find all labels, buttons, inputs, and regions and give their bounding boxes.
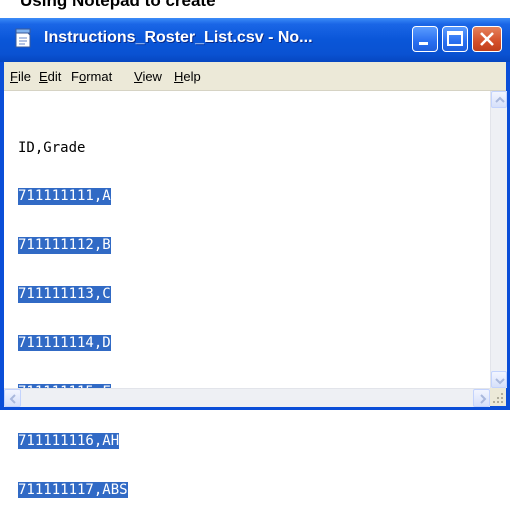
menu-file-mnemonic: F — [10, 69, 18, 84]
menu-edit-mnemonic: E — [39, 69, 48, 84]
notepad-icon — [15, 28, 31, 48]
resize-grip-icon — [493, 393, 503, 403]
notepad-window: Instructions_Roster_List.csv - No... Fil… — [0, 18, 510, 499]
scroll-down-button[interactable] — [491, 371, 507, 388]
maximize-button[interactable] — [442, 26, 468, 52]
chevron-up-icon — [495, 96, 505, 103]
selected-text-line: 711111117,ABS — [18, 481, 128, 499]
maximize-icon — [447, 31, 463, 46]
menu-help-mnemonic: H — [174, 69, 184, 84]
close-icon — [480, 32, 494, 46]
menu-view[interactable]: View — [134, 69, 162, 84]
window-title: Instructions_Roster_List.csv - No... — [44, 29, 313, 46]
minimize-icon — [419, 42, 428, 45]
menu-format-label-b: rmat — [86, 69, 113, 84]
text-editor[interactable]: ID,Grade 711111111,A 711111112,B 7111111… — [4, 91, 507, 499]
scroll-up-button[interactable] — [491, 91, 507, 108]
scroll-right-button[interactable] — [473, 389, 490, 407]
chevron-right-icon — [480, 394, 487, 404]
chevron-down-icon — [495, 378, 505, 385]
caption-text: Using Notepad to create — [20, 0, 216, 10]
selected-text-line: 711111114,D — [18, 335, 111, 352]
selected-text-line: 711111113,C — [18, 286, 111, 303]
selected-text-line: 711111112,B — [18, 237, 111, 254]
menu-file[interactable]: File — [10, 69, 31, 84]
minimize-button[interactable] — [412, 26, 438, 52]
close-button[interactable] — [472, 26, 502, 52]
resize-grip[interactable] — [490, 388, 506, 406]
menu-format-label-a: F — [71, 69, 79, 84]
menu-edit-label: dit — [47, 69, 62, 84]
menu-help[interactable]: Help — [174, 69, 201, 84]
horizontal-scrollbar[interactable] — [4, 388, 490, 407]
title-bar[interactable]: Instructions_Roster_List.csv - No... — [0, 18, 510, 62]
scroll-left-button[interactable] — [4, 389, 21, 407]
selected-text-line: 711111111,A — [18, 188, 111, 205]
text-content[interactable]: ID,Grade 711111111,A 711111112,B 7111111… — [18, 107, 484, 499]
chevron-left-icon — [9, 394, 16, 404]
page-caption: Using Notepad to create — [0, 0, 510, 18]
vertical-scrollbar[interactable] — [490, 91, 507, 388]
selected-text-line: 711111116,AH — [18, 432, 120, 450]
menu-edit[interactable]: Edit — [39, 69, 61, 84]
menu-format[interactable]: Format — [71, 69, 112, 84]
text-line-header: ID,Grade — [18, 139, 86, 156]
menu-bar: File Edit Format View Help — [4, 62, 506, 91]
menu-help-label: elp — [183, 69, 201, 84]
menu-file-label: ile — [17, 69, 31, 84]
menu-view-label: iew — [142, 69, 162, 84]
